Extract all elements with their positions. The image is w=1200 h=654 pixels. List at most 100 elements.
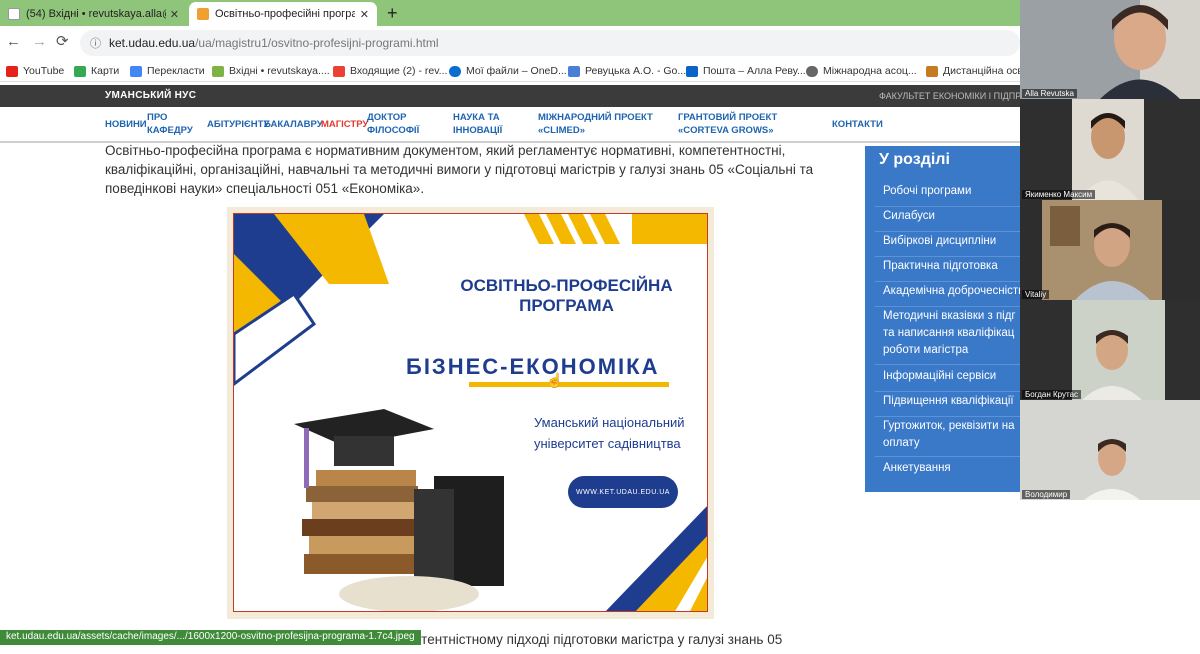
bookmark-label: Дистанційна осві	[943, 65, 1026, 77]
gmail-icon	[333, 65, 345, 77]
mail-icon	[8, 8, 20, 20]
nav-bachelors[interactable]: БАКАЛАВРУ	[264, 118, 323, 131]
site-favicon-icon	[197, 8, 209, 20]
new-tab-button[interactable]: +	[387, 3, 398, 23]
translate-icon	[130, 65, 142, 77]
participant-name: Vitaliy	[1022, 290, 1050, 299]
participant-name: Володимир	[1022, 490, 1071, 499]
bookmark-inbox[interactable]: Вхідні • revutskaya....	[212, 63, 330, 79]
menu-item-guidelines[interactable]: Методичні вказівки з підг та написання кв…	[883, 308, 1016, 359]
participant-video	[1020, 99, 1200, 200]
bookmark-label: Вхідні • revutskaya....	[229, 65, 330, 77]
site-brand[interactable]: УМАНСЬКИЙ НУС	[105, 90, 196, 101]
bookmark-label: Ревуцька А.О. - Go...	[585, 65, 687, 77]
menu-item-electives[interactable]: Вибіркові дисципліни	[883, 233, 996, 250]
bookmark-label: Міжнародна асоц...	[823, 65, 917, 77]
back-button[interactable]: ←	[6, 34, 21, 50]
drive-icon	[568, 65, 580, 77]
mail-icon	[212, 65, 224, 77]
menu-divider	[875, 416, 1020, 417]
menu-divider	[875, 231, 1020, 232]
video-tile-bohdan[interactable]: Богдан Крутас	[1020, 300, 1200, 400]
participant-name: Богдан Крутас	[1022, 390, 1082, 399]
bookmark-association[interactable]: Міжнародна асоц...	[806, 63, 917, 79]
banner-frame: ОСВІТНЬО-ПРОФЕСІЙНА ПРОГРАМА БІЗНЕС-ЕКОНО…	[233, 213, 708, 612]
bookmark-label: Входящие (2) - rev...	[350, 65, 448, 77]
content-paragraph: омпетентністному підході підготовки магі…	[390, 632, 783, 647]
nav-masters[interactable]: МАГІСТРУ	[321, 118, 368, 131]
info-icon[interactable]: ⓘ	[90, 35, 101, 51]
menu-item-dormitory[interactable]: Гуртожиток, реквізити на оплату	[883, 418, 1015, 452]
menu-item-integrity[interactable]: Академічна доброчесність	[883, 283, 1024, 300]
bookmark-distance[interactable]: Дистанційна осві	[926, 63, 1025, 79]
bookmark-onedrive[interactable]: Мої файли – OneD...	[449, 63, 567, 79]
reload-button[interactable]: ⟳	[56, 34, 69, 50]
bookmark-translate[interactable]: Перекласти	[130, 63, 205, 79]
intro-paragraph: Освітньо-професійна програма є нормативн…	[105, 143, 814, 196]
menu-item-practice[interactable]: Практична підготовка	[883, 258, 998, 275]
bookmark-youtube[interactable]: YouTube	[6, 63, 64, 79]
banner-university: Уманський національний університет садівн…	[534, 415, 685, 451]
menu-item-work-programs[interactable]: Робочі програми	[883, 183, 971, 200]
association-icon	[806, 65, 818, 77]
tab-programs[interactable]: Освітньо-професійні програми ✕	[189, 2, 377, 26]
nav-corteva[interactable]: ГРАНТОВИЙ ПРОЕКТ «CORTEVA GROWS»	[678, 111, 828, 137]
site-nav: НОВИНИ ПРО КАФЕДРУ АБІТУРІЄНТУ БАКАЛАВРУ…	[0, 107, 1020, 143]
nav-about[interactable]: ПРО КАФЕДРУ	[147, 111, 197, 137]
outlook-icon	[686, 65, 698, 77]
participant-video	[1020, 0, 1200, 99]
bookmark-label: YouTube	[23, 65, 65, 77]
bookmark-label: Пошта – Алла Реву...	[703, 65, 806, 77]
cloud-icon	[449, 65, 461, 77]
section-menu-title: У розділі	[879, 151, 950, 168]
nav-phd[interactable]: ДОКТОР ФІЛОСОФІЇ	[367, 111, 437, 137]
maps-icon	[74, 65, 86, 77]
video-panel-background	[1020, 500, 1200, 654]
bookmark-drive[interactable]: Ревуцька А.О. - Go...	[568, 63, 686, 79]
menu-divider	[875, 391, 1020, 392]
address-bar[interactable]: ⓘ ket.udau.edu.ua /ua/magistru1/osvitno-…	[80, 30, 1020, 56]
section-menu: У розділі Робочі програми Силабуси Вибір…	[865, 146, 1024, 492]
tab-inbox[interactable]: (54) Вхідні • revutskaya.alla@ukr… ✕	[0, 2, 187, 26]
close-icon[interactable]: ✕	[170, 8, 179, 21]
nav-climed[interactable]: МІЖНАРОДНИЙ ПРОЕКТ «CLIMED»	[538, 111, 668, 137]
menu-divider	[875, 456, 1020, 457]
banner-url-pill: WWW.KET.UDAU.EDU.UA	[568, 476, 678, 508]
participant-name: Якименко Максим	[1022, 190, 1096, 199]
bookmark-maps[interactable]: Карти	[74, 63, 119, 79]
bookmark-label: Карти	[91, 65, 120, 77]
menu-item-qualification[interactable]: Підвищення кваліфікації	[883, 393, 1014, 410]
program-banner-image[interactable]: ОСВІТНЬО-ПРОФЕСІЙНА ПРОГРАМА БІЗНЕС-ЕКОНО…	[227, 207, 714, 619]
nav-news[interactable]: НОВИНИ	[105, 118, 147, 131]
tab-title: (54) Вхідні • revutskaya.alla@ukr…	[26, 8, 166, 20]
url-host: ket.udau.edu.ua	[109, 36, 196, 50]
status-url-bar: ket.udau.edu.ua/assets/cache/images/.../…	[0, 630, 421, 645]
participant-video	[1020, 300, 1200, 400]
tab-title: Освітньо-професійні програми	[215, 8, 355, 20]
forward-button[interactable]: →	[32, 34, 47, 50]
bookmark-label: Перекласти	[147, 65, 205, 77]
nav-contacts[interactable]: КОНТАКТИ	[832, 118, 883, 131]
menu-divider	[875, 281, 1020, 282]
menu-item-info-services[interactable]: Інформаційні сервіси	[883, 368, 996, 385]
menu-item-survey[interactable]: Анкетування	[883, 460, 951, 477]
bookmark-outlook[interactable]: Пошта – Алла Реву...	[686, 63, 806, 79]
bookmark-label: Мої файли – OneD...	[466, 65, 567, 77]
bookmark-gmail[interactable]: Входящие (2) - rev...	[333, 63, 447, 79]
video-tile-vitaliy[interactable]: Vitaliy	[1020, 200, 1200, 300]
nav-applicants[interactable]: АБІТУРІЄНТУ	[207, 118, 269, 131]
url-path: /ua/magistru1/osvitno-profesijni-program…	[195, 36, 439, 50]
participant-name: Alla Revutska	[1022, 89, 1077, 98]
banner-title: ОСВІТНЬО-ПРОФЕСІЙНА ПРОГРАМА	[460, 276, 673, 315]
menu-divider	[875, 256, 1020, 257]
nav-science[interactable]: НАУКА ТА ІННОВАЦІЇ	[453, 111, 528, 137]
menu-divider	[875, 364, 1020, 365]
video-tile-maksym[interactable]: Якименко Максим	[1020, 99, 1200, 200]
video-tile-alla[interactable]: Alla Revutska	[1020, 0, 1200, 99]
video-tile-volodymyr[interactable]: Володимир	[1020, 400, 1200, 500]
youtube-icon	[6, 65, 18, 77]
menu-divider	[875, 206, 1020, 207]
participant-video	[1020, 400, 1200, 500]
menu-item-syllabi[interactable]: Силабуси	[883, 208, 935, 225]
close-icon[interactable]: ✕	[360, 8, 369, 21]
